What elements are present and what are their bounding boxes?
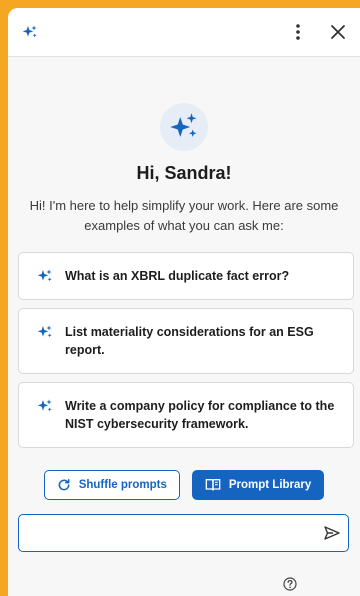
refresh-icon [58,478,70,491]
sparkle-icon [18,20,42,44]
sparkle-icon [37,269,52,282]
prompt-text: List materiality considerations for an E… [65,325,314,357]
prompt-actions: Shuffle prompts Prompt Library [8,470,360,500]
book-icon [205,479,221,491]
assistant-panel: Hi, Sandra! Hi! I'm here to help simplif… [8,8,360,596]
help-circle-icon[interactable] [278,572,302,596]
panel-header [8,8,360,57]
send-button[interactable] [316,517,348,549]
assistant-avatar [160,103,208,151]
greeting-title: Hi, Sandra! [136,163,232,183]
intro-text: Hi! I'm here to help simplify your work.… [29,198,339,233]
prompt-card[interactable]: List materiality considerations for an E… [18,308,354,374]
shuffle-prompts-label: Shuffle prompts [78,479,167,491]
sparkle-icon [170,113,197,137]
prompt-text: Write a company policy for compliance to… [65,399,335,431]
more-vertical-icon[interactable] [286,20,310,44]
prompt-text: What is an XBRL duplicate fact error? [65,269,290,283]
send-icon [324,526,340,540]
close-icon[interactable] [326,20,350,44]
prompt-card[interactable]: What is an XBRL duplicate fact error? [18,252,354,300]
prompt-card[interactable]: Write a company policy for compliance to… [18,382,354,448]
sparkle-icon [37,325,52,338]
prompt-suggestions: What is an XBRL duplicate fact error? Li… [8,252,360,448]
shuffle-prompts-button[interactable]: Shuffle prompts [43,470,180,500]
chat-input-box [18,514,349,552]
prompt-library-label: Prompt Library [228,479,312,491]
sparkle-icon [37,399,52,412]
welcome-section: Hi, Sandra! Hi! I'm here to help simplif… [8,57,360,236]
prompt-library-button[interactable]: Prompt Library [191,470,325,500]
chat-input[interactable] [19,525,316,541]
